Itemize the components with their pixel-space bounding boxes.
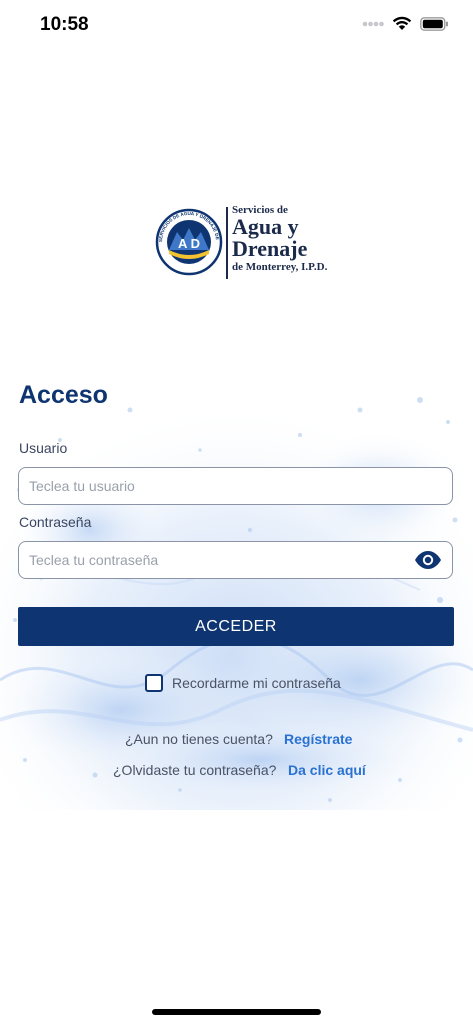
forgot-password-text: ¿Olvidaste tu contraseña? [113,762,277,778]
remember-password[interactable]: Recordarme mi contraseña [145,674,341,692]
cellular-signal-icon [362,21,384,26]
forgot-password-link[interactable]: Da clic aquí [288,762,366,778]
wifi-icon [392,16,412,30]
password-input[interactable] [18,541,453,579]
logo-line-4: de Monterrey, I.P.D. [232,261,328,273]
register-link[interactable]: Regístrate [284,731,352,747]
remember-checkbox[interactable] [145,674,163,692]
status-time: 10:58 [40,14,89,35]
no-account-text: ¿Aun no tienes cuenta? [125,731,273,747]
logo-line-3: Drenaje [232,236,308,261]
sadm-logo: A D SERVICIOS DE AGUA Y DRENAJE DE MONTE… [155,203,335,283]
password-label: Contraseña [19,514,92,530]
user-input[interactable] [18,467,453,505]
page-title: Acceso [19,381,108,409]
battery-icon [420,16,448,31]
home-indicator[interactable] [152,1009,321,1015]
user-label: Usuario [19,440,68,456]
eye-icon[interactable] [414,550,442,570]
seal-monogram: A D [178,236,200,251]
acceder-button[interactable]: ACCEDER [18,607,454,646]
remember-label: Recordarme mi contraseña [172,675,341,691]
logo-divider [226,207,228,279]
sadm-seal-logo: A D SERVICIOS DE AGUA Y DRENAJE DE MONTE… [155,206,223,276]
status-icons [362,16,449,31]
status-bar: 10:58 [0,0,473,52]
